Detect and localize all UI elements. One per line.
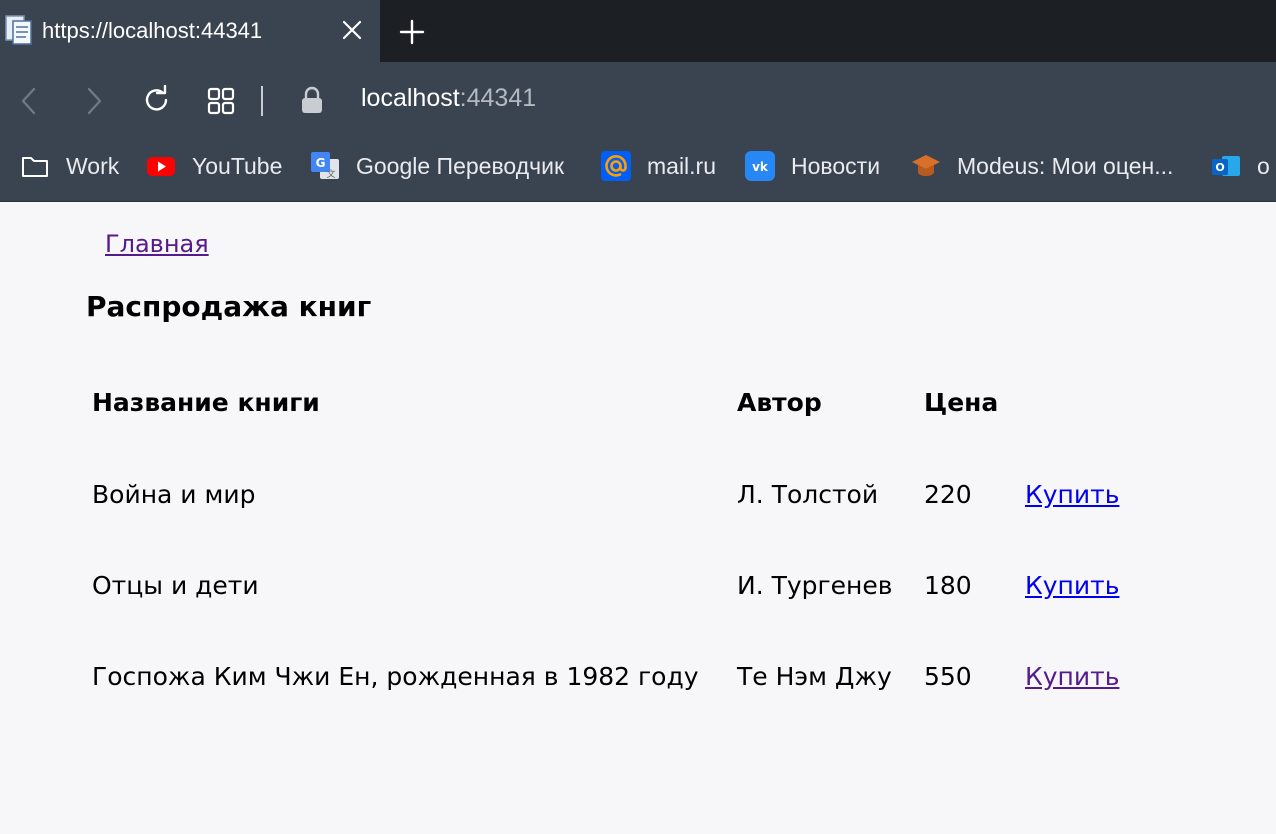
book-author: Те Нэм Джу bbox=[737, 662, 892, 691]
buy-link[interactable]: Купить bbox=[1025, 662, 1119, 691]
page-content: Главная Распродажа книг Название книги А… bbox=[0, 202, 1276, 834]
vk-icon: vk bbox=[745, 151, 775, 181]
address-bar[interactable]: localhost:44341 bbox=[361, 84, 536, 113]
graduation-cap-icon bbox=[912, 155, 940, 176]
youtube-icon bbox=[147, 157, 175, 176]
back-icon[interactable] bbox=[15, 86, 45, 116]
mailru-icon bbox=[601, 151, 631, 181]
book-price: 180 bbox=[924, 571, 972, 600]
book-price: 550 bbox=[924, 662, 972, 691]
google-translate-icon: G 文 bbox=[311, 152, 339, 180]
bookmark-mailru[interactable]: mail.ru bbox=[601, 138, 716, 194]
book-price: 220 bbox=[924, 480, 972, 509]
bookmark-youtube[interactable]: YouTube bbox=[146, 138, 282, 194]
bookmark-label: Новости bbox=[791, 152, 881, 179]
url-host: localhost bbox=[361, 84, 460, 112]
svg-text:文: 文 bbox=[326, 168, 335, 180]
book-name: Отцы и дети bbox=[92, 571, 259, 600]
navigation-toolbar bbox=[0, 62, 1276, 138]
svg-text:G: G bbox=[316, 156, 326, 170]
forward-icon[interactable] bbox=[78, 86, 108, 116]
browser-tab[interactable]: https://localhost:44341 bbox=[0, 0, 380, 62]
svg-text:O: O bbox=[1215, 161, 1224, 174]
column-header-author: Автор bbox=[737, 388, 822, 417]
tab-title: https://localhost:44341 bbox=[42, 18, 263, 43]
bookmarks-bar: Work YouTube G 文 Google Переводчик mail.… bbox=[0, 138, 1276, 202]
home-link[interactable]: Главная bbox=[105, 230, 209, 258]
bookmark-label: YouTube bbox=[192, 152, 283, 179]
bookmark-modeus[interactable]: Modeus: Мои оцен... bbox=[911, 138, 1173, 194]
folder-icon bbox=[22, 157, 48, 177]
toolbar-divider bbox=[261, 86, 263, 116]
buy-link[interactable]: Купить bbox=[1025, 480, 1119, 509]
speed-dial-icon[interactable] bbox=[206, 86, 236, 116]
bookmark-work[interactable]: Work bbox=[20, 138, 119, 194]
tab-strip: https://localhost:44341 bbox=[0, 0, 1276, 62]
bookmark-label: Work bbox=[66, 152, 120, 179]
book-author: Л. Толстой bbox=[737, 480, 879, 509]
bookmark-google-translate[interactable]: G 文 Google Переводчик bbox=[310, 138, 564, 194]
column-header-price: Цена bbox=[924, 388, 999, 417]
bookmark-label: Modeus: Мои оцен... bbox=[957, 152, 1174, 179]
column-header-name: Название книги bbox=[92, 388, 320, 417]
url-port: :44341 bbox=[459, 84, 537, 112]
book-author: И. Тургенев bbox=[737, 571, 893, 600]
bookmark-outlook[interactable]: O o bbox=[1211, 138, 1270, 194]
book-name: Госпожа Ким Чжи Ен, рожденная в 1982 год… bbox=[92, 662, 699, 691]
bookmark-label: o bbox=[1257, 152, 1270, 179]
lock-icon[interactable] bbox=[297, 85, 327, 115]
page-title: Распродажа книг bbox=[86, 290, 372, 323]
reload-icon[interactable] bbox=[142, 85, 172, 115]
book-name: Война и мир bbox=[92, 480, 256, 509]
bookmark-label: Google Переводчик bbox=[356, 152, 565, 179]
outlook-icon: O bbox=[1212, 156, 1240, 176]
new-tab-icon[interactable] bbox=[398, 18, 426, 46]
bookmark-vk[interactable]: vk Новости bbox=[745, 138, 880, 194]
close-tab-icon[interactable] bbox=[340, 18, 364, 42]
page-icon bbox=[5, 15, 32, 45]
bookmark-label: mail.ru bbox=[647, 152, 717, 179]
buy-link[interactable]: Купить bbox=[1025, 571, 1119, 600]
svg-text:vk: vk bbox=[752, 160, 769, 174]
